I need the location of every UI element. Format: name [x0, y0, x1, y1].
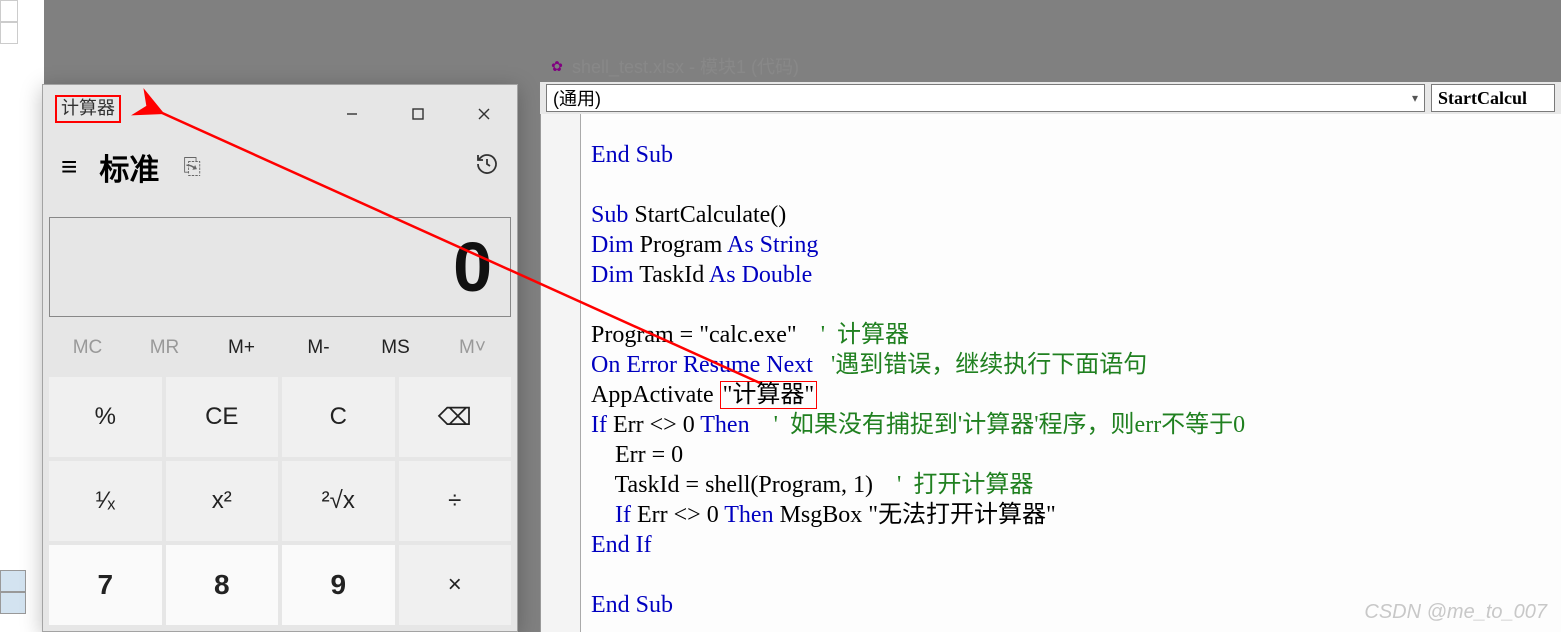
keep-on-top-icon[interactable]: ⎘ [183, 154, 201, 180]
spreadsheet-background [0, 0, 44, 632]
mem-add[interactable]: M+ [203, 331, 280, 365]
close-button[interactable] [451, 93, 517, 135]
calculator-keypad: % CE C ⌫ ¹⁄ₓ x² ²√x ÷ 7 8 9 × [43, 373, 517, 629]
inverse-button[interactable]: ¹⁄ₓ [49, 461, 162, 541]
percent-button[interactable]: % [49, 377, 162, 457]
procedure-combo-value: StartCalcul [1438, 88, 1527, 109]
maximize-button[interactable] [385, 93, 451, 135]
history-icon[interactable] [475, 152, 499, 183]
sqrt-button[interactable]: ²√x [282, 461, 395, 541]
sheet-cell[interactable] [0, 22, 18, 44]
sheet-cell[interactable] [0, 0, 18, 22]
square-button[interactable]: x² [166, 461, 279, 541]
calculator-title: 计算器 [55, 95, 121, 123]
calculator-window: 计算器 ≡ 标准 ⎘ 0 MC MR M+ M- MS M˅ % CE [42, 84, 518, 632]
multiply-button[interactable]: × [399, 545, 512, 625]
divide-button[interactable]: ÷ [399, 461, 512, 541]
backspace-button[interactable]: ⌫ [399, 377, 512, 457]
mem-recall: MR [126, 331, 203, 365]
margin-indicator-bar [541, 114, 581, 632]
procedure-combo[interactable]: StartCalcul [1431, 84, 1555, 112]
vba-toolbar: (通用) ▾ StartCalcul [540, 82, 1561, 114]
clear-entry-button[interactable]: CE [166, 377, 279, 457]
calculator-mode: 标准 [99, 145, 159, 189]
vba-window-title[interactable]: ✿ shell_test.xlsx - 模块1 (代码) [538, 50, 799, 82]
digit-8-button[interactable]: 8 [166, 545, 279, 625]
digit-7-button[interactable]: 7 [49, 545, 162, 625]
minimize-button[interactable] [319, 93, 385, 135]
code-pane[interactable]: End Sub Sub StartCalculate() Dim Program… [540, 114, 1561, 632]
calculator-titlebar[interactable]: 计算器 [43, 85, 517, 137]
highlight-appactivate-arg: "计算器" [720, 381, 818, 409]
mem-clear: MC [49, 331, 126, 365]
watermark: CSDN @me_to_007 [1364, 601, 1547, 624]
chevron-down-icon: ▾ [1412, 91, 1418, 105]
code-text[interactable]: End Sub Sub StartCalculate() Dim Program… [591, 140, 1245, 620]
digit-9-button[interactable]: 9 [282, 545, 395, 625]
sheet-row-header[interactable] [0, 570, 26, 592]
mem-list: M˅ [434, 331, 511, 365]
module-icon: ✿ [548, 57, 566, 75]
object-combo-value: (通用) [553, 85, 601, 111]
clear-button[interactable]: C [282, 377, 395, 457]
object-combo[interactable]: (通用) ▾ [546, 84, 1425, 112]
mem-sub[interactable]: M- [280, 331, 357, 365]
memory-bar: MC MR M+ M- MS M˅ [43, 317, 517, 373]
calculator-display: 0 [49, 217, 511, 317]
hamburger-icon[interactable]: ≡ [61, 153, 77, 181]
mem-store[interactable]: MS [357, 331, 434, 365]
vba-title-text: shell_test.xlsx - 模块1 (代码) [572, 53, 799, 79]
sheet-row-header[interactable] [0, 592, 26, 614]
